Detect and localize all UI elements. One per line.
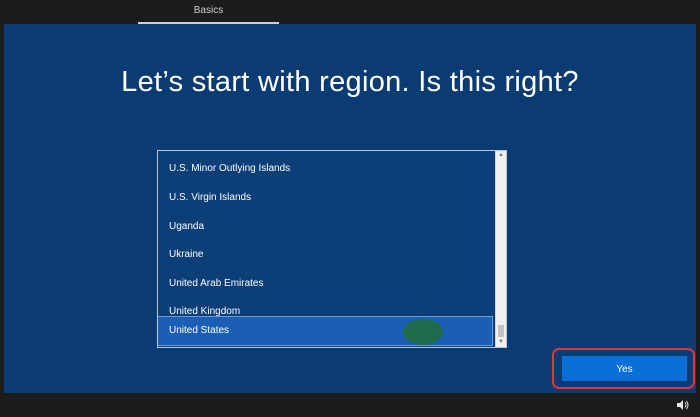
scroll-down-icon[interactable]: ▼ [496,338,506,347]
yes-button[interactable]: Yes [562,356,687,381]
tab-basics[interactable]: Basics [138,0,279,23]
list-item[interactable]: U.S. Minor Outlying Islands [158,155,492,183]
list-item[interactable]: Ukraine [158,241,492,269]
touch-indicator [403,319,443,345]
setup-panel: Let’s start with region. Is this right? … [4,24,696,393]
region-list[interactable]: U.S. Minor Outlying Islands U.S. Virgin … [157,150,507,348]
page-title: Let’s start with region. Is this right? [121,66,579,98]
taskbar [0,393,700,417]
scroll-thumb[interactable] [498,325,504,337]
list-item[interactable]: U.S. Virgin Islands [158,184,492,212]
list-scrollbar[interactable]: ▲ ▼ [495,151,506,347]
scroll-up-icon[interactable]: ▲ [496,151,506,160]
list-item[interactable]: United Arab Emirates [158,270,492,298]
speaker-icon[interactable] [676,399,690,411]
list-item[interactable]: Uganda [158,213,492,241]
top-bar: Basics [0,0,700,24]
